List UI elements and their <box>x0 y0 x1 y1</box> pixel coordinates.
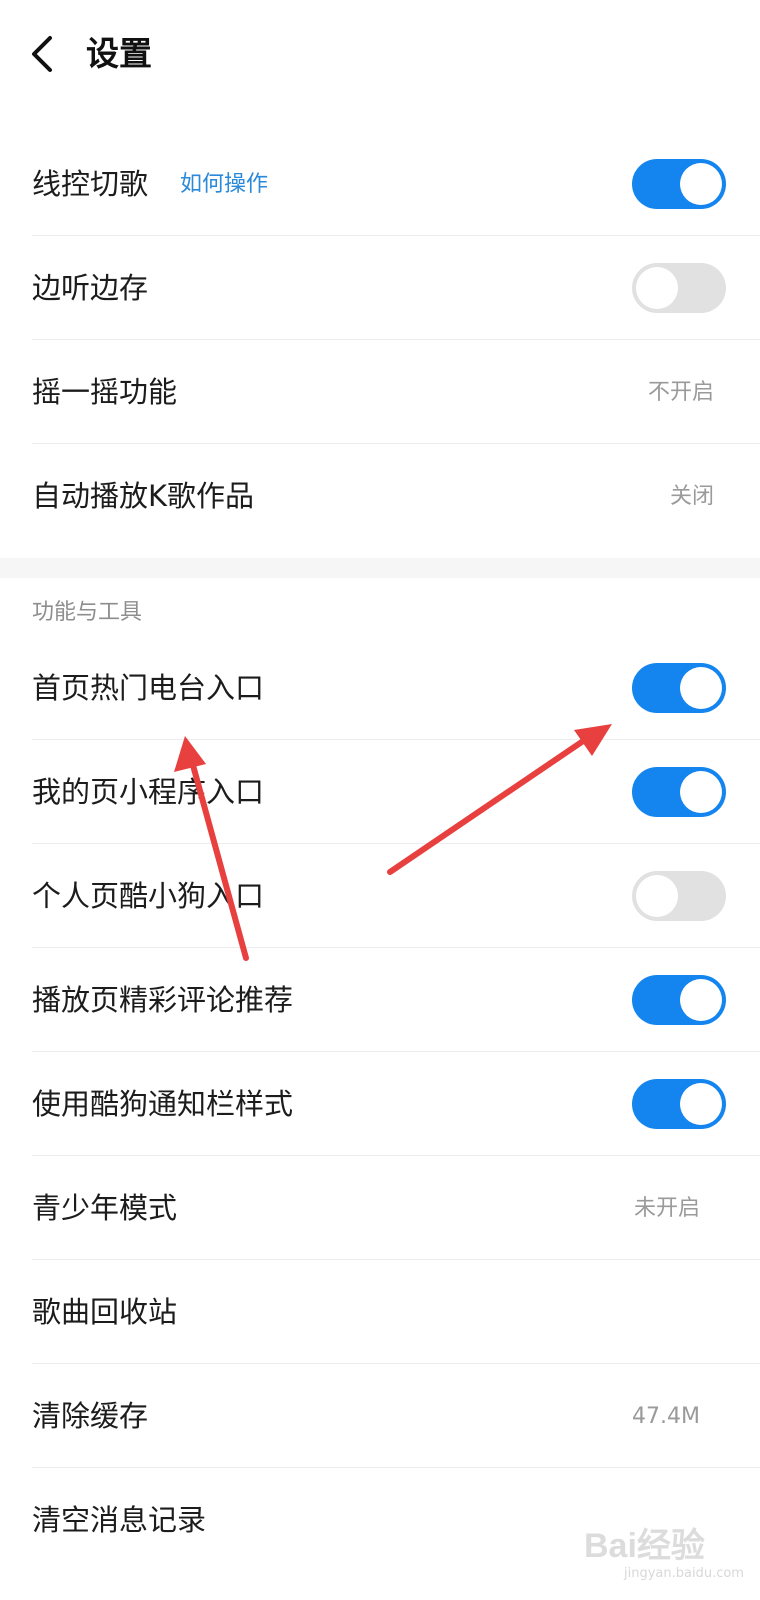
setting-label: 自动播放K歌作品 <box>32 479 255 513</box>
setting-row-comment-recommend[interactable]: 播放页精彩评论推荐 <box>0 948 760 1052</box>
toggle-switch[interactable] <box>632 1079 726 1129</box>
setting-row-shake[interactable]: 摇一摇功能 不开启 <box>0 340 760 444</box>
setting-value: 不开启 <box>647 380 714 405</box>
toggle-knob <box>680 667 722 709</box>
setting-value: 47.4M <box>632 1404 700 1429</box>
setting-row-cache-while-listening[interactable]: 边听边存 <box>0 236 760 340</box>
setting-row-clear-cache[interactable]: 清除缓存 47.4M <box>0 1364 760 1468</box>
setting-label: 个人页酷小狗入口 <box>32 879 265 913</box>
watermark-url: jingyan.baidu.com <box>624 1566 744 1581</box>
setting-row-teen-mode[interactable]: 青少年模式 未开启 <box>0 1156 760 1260</box>
setting-row-recycle-bin[interactable]: 歌曲回收站 <box>0 1260 760 1364</box>
toggle-knob <box>636 875 678 917</box>
toggle-switch[interactable] <box>632 767 726 817</box>
setting-label: 清除缓存 <box>32 1399 149 1433</box>
setting-row-home-radio[interactable]: 首页热门电台入口 <box>0 636 760 740</box>
setting-label: 首页热门电台入口 <box>32 671 265 705</box>
setting-label: 线控切歌 <box>32 167 149 201</box>
toggle-switch[interactable] <box>632 975 726 1025</box>
setting-label: 使用酷狗通知栏样式 <box>32 1087 294 1121</box>
setting-row-kugou-dog[interactable]: 个人页酷小狗入口 <box>0 844 760 948</box>
setting-label: 边听边存 <box>32 271 149 305</box>
toggle-switch[interactable] <box>632 263 726 313</box>
setting-row-notification-style[interactable]: 使用酷狗通知栏样式 <box>0 1052 760 1156</box>
back-arrow-icon[interactable] <box>26 32 66 76</box>
setting-label: 青少年模式 <box>32 1191 178 1225</box>
how-to-link[interactable]: 如何操作 <box>180 170 268 200</box>
toggle-knob <box>636 267 678 309</box>
toggle-switch[interactable] <box>632 159 726 209</box>
setting-row-wire-control[interactable]: 线控切歌 如何操作 <box>0 132 760 236</box>
toggle-switch[interactable] <box>632 871 726 921</box>
setting-row-autoplay-karaoke[interactable]: 自动播放K歌作品 关闭 <box>0 444 760 548</box>
setting-label: 清空消息记录 <box>32 1503 207 1537</box>
app-header: 设置 <box>0 0 760 110</box>
toggle-knob <box>680 771 722 813</box>
section-divider <box>0 558 760 578</box>
setting-label: 摇一摇功能 <box>32 375 178 409</box>
baidu-jingyan-watermark: Bai经验 jingyan.baidu.com <box>584 1518 754 1588</box>
setting-value: 关闭 <box>669 484 714 509</box>
settings-list-tools: 首页热门电台入口 我的页小程序入口 个人页酷小狗入口 播放页精彩评论推荐 使用酷… <box>0 636 760 1572</box>
setting-label: 我的页小程序入口 <box>32 775 265 809</box>
toggle-knob <box>680 163 722 205</box>
settings-list-playback: 线控切歌 如何操作 边听边存 摇一摇功能 不开启 自动播放K歌作品 关闭 <box>0 132 760 548</box>
toggle-knob <box>680 979 722 1021</box>
toggle-knob <box>680 1083 722 1125</box>
setting-value: 未开启 <box>633 1196 700 1221</box>
watermark-logo: Bai经验 <box>584 1527 705 1565</box>
toggle-switch[interactable] <box>632 663 726 713</box>
page-title: 设置 <box>86 34 152 73</box>
setting-label: 歌曲回收站 <box>32 1295 178 1329</box>
section-title: 功能与工具 <box>32 600 143 625</box>
setting-row-mini-program[interactable]: 我的页小程序入口 <box>0 740 760 844</box>
setting-label: 播放页精彩评论推荐 <box>32 983 294 1017</box>
